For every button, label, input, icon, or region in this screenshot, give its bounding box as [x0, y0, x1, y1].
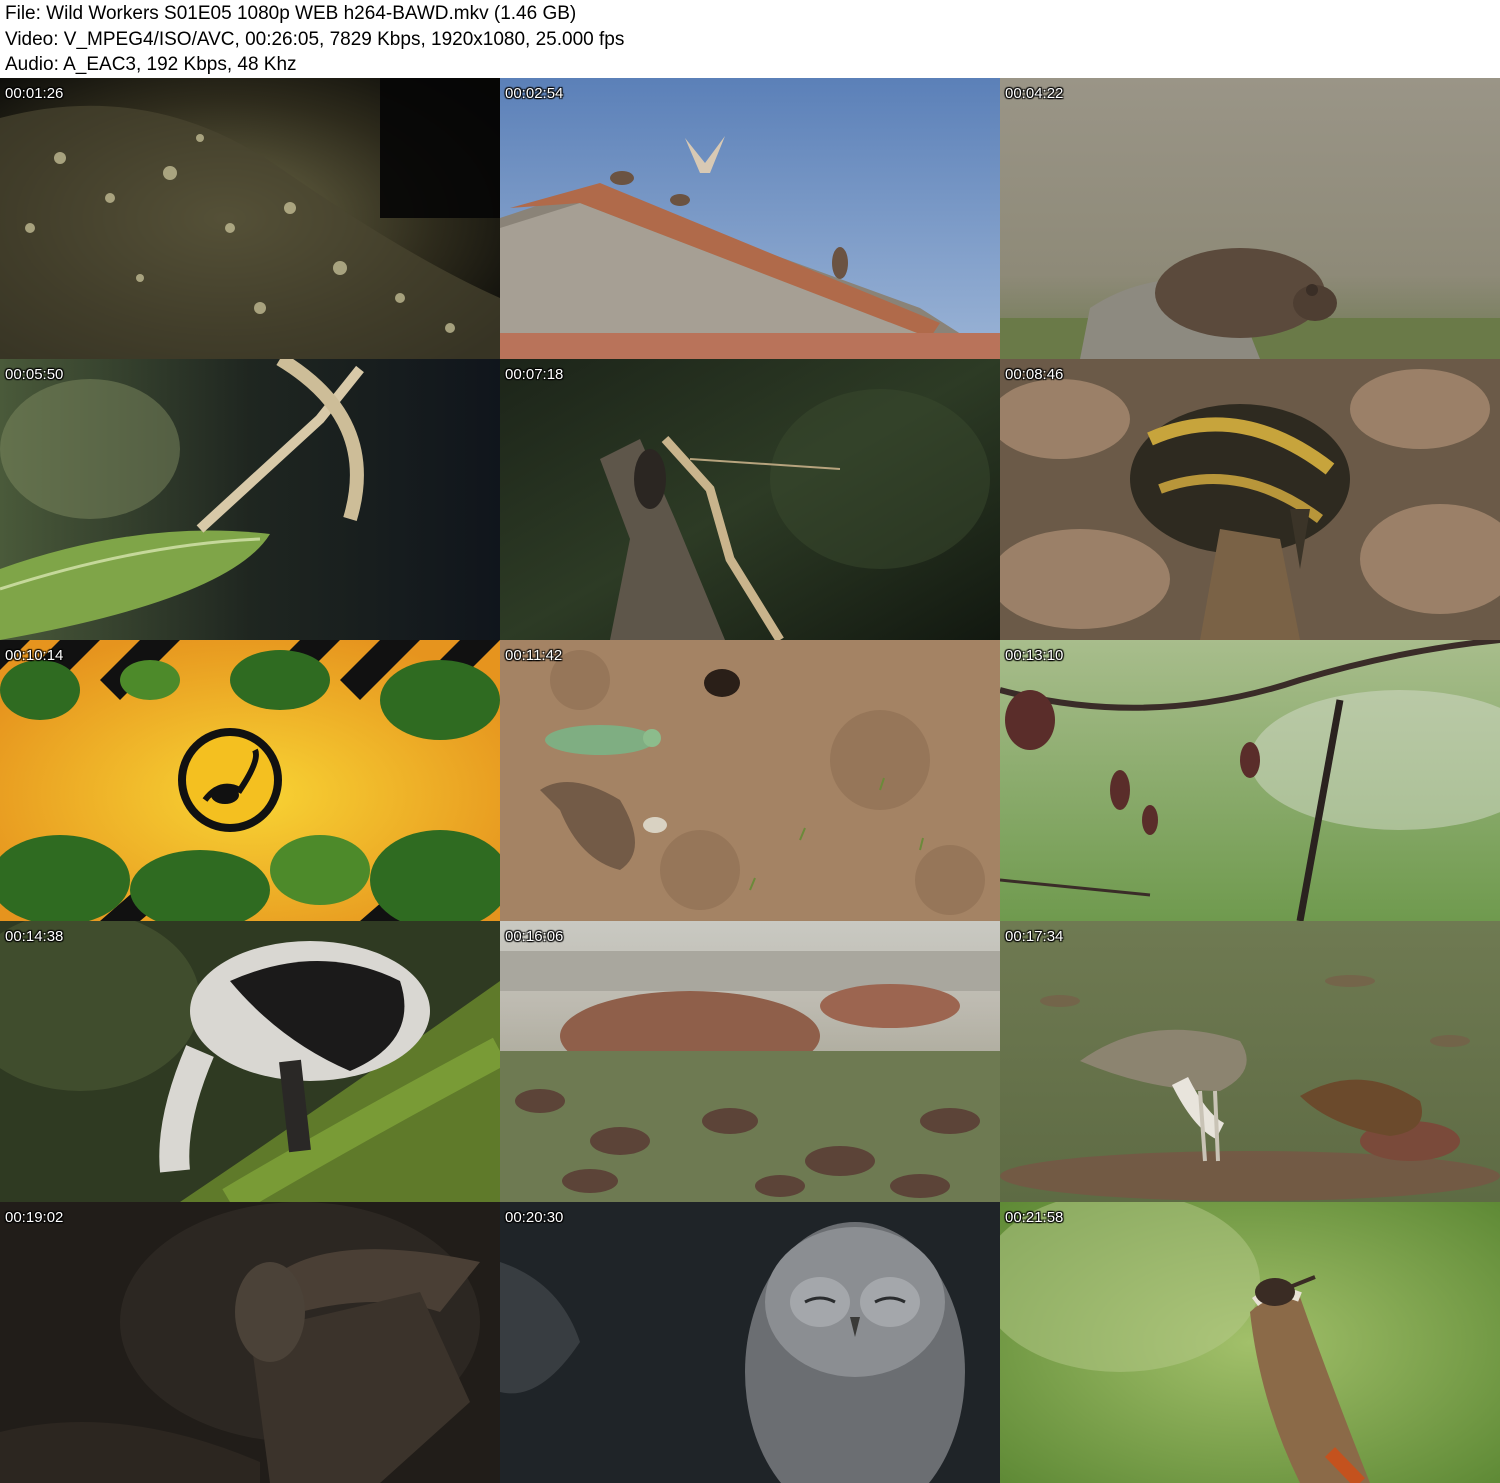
termite-mounds-image [500, 921, 1000, 1202]
timestamp-label: 00:07:18 [505, 366, 564, 383]
scorpion-title-card-image [0, 640, 500, 921]
mantis-on-branch-image [500, 359, 1000, 640]
woodpecker-image [1000, 1202, 1500, 1483]
timestamp-label: 00:10:14 [5, 647, 64, 664]
timestamp-label: 00:14:38 [5, 928, 64, 945]
audio-info-line: Audio: A_EAC3, 192 Kbps, 48 Khz [5, 54, 297, 75]
moss-closeup-image [0, 78, 500, 359]
bustard-and-eagle-image [1000, 921, 1500, 1202]
timestamp-label: 00:16:06 [505, 928, 564, 945]
owl-image [500, 1202, 1000, 1483]
thumbnail-shrew-on-rock: 00:04:22 [1000, 78, 1500, 359]
thumbnail-moss-closeup: 00:01:26 [0, 78, 500, 359]
thumbnail-owl: 00:20:30 [500, 1202, 1000, 1483]
thumbnail-termite-mounds: 00:16:06 [500, 921, 1000, 1202]
thumbnail-night-forest-floor: 00:19:02 [0, 1202, 500, 1483]
chameleon-on-soil-image [500, 640, 1000, 921]
thumbnail-anteater: 00:14:38 [0, 921, 500, 1202]
timestamp-label: 00:04:22 [1005, 85, 1064, 102]
thumbnail-grid: 00:01:26 00:02:54 00:04:22 00:05:50 00:0… [0, 78, 1500, 1483]
video-info-line: Video: V_MPEG4/ISO/AVC, 00:26:05, 7829 K… [5, 29, 625, 50]
timestamp-label: 00:20:30 [505, 1209, 564, 1226]
birds-on-roof-image [500, 78, 1000, 359]
thumbnail-thorny-branch: 00:13:10 [1000, 640, 1500, 921]
thumbnail-mantis-leaf: 00:05:50 [0, 359, 500, 640]
timestamp-label: 00:13:10 [1005, 647, 1064, 664]
timestamp-label: 00:05:50 [5, 366, 64, 383]
thumbnail-tenrec: 00:08:46 [1000, 359, 1500, 640]
timestamp-label: 00:17:34 [1005, 928, 1064, 945]
thumbnail-woodpecker: 00:21:58 [1000, 1202, 1500, 1483]
thumbnail-scorpion-title-card: 00:10:14 [0, 640, 500, 921]
tenrec-image [1000, 359, 1500, 640]
timestamp-label: 00:21:58 [1005, 1209, 1064, 1226]
shrew-on-rock-image [1000, 78, 1500, 359]
thumbnail-chameleon-on-soil: 00:11:42 [500, 640, 1000, 921]
timestamp-label: 00:02:54 [505, 85, 564, 102]
timestamp-label: 00:11:42 [505, 647, 563, 664]
mantis-leaf-image [0, 359, 500, 640]
thumbnail-mantis-on-branch: 00:07:18 [500, 359, 1000, 640]
timestamp-label: 00:08:46 [1005, 366, 1064, 383]
thorny-branch-image [1000, 640, 1500, 921]
timestamp-label: 00:19:02 [5, 1209, 64, 1226]
timestamp-label: 00:01:26 [5, 85, 64, 102]
file-info-line: File: Wild Workers S01E05 1080p WEB h264… [5, 3, 577, 24]
night-forest-floor-image [0, 1202, 500, 1483]
media-info-header: File: Wild Workers S01E05 1080p WEB h264… [0, 0, 1500, 78]
thumbnail-birds-on-roof: 00:02:54 [500, 78, 1000, 359]
anteater-image [0, 921, 500, 1202]
thumbnail-bustard-and-eagle: 00:17:34 [1000, 921, 1500, 1202]
